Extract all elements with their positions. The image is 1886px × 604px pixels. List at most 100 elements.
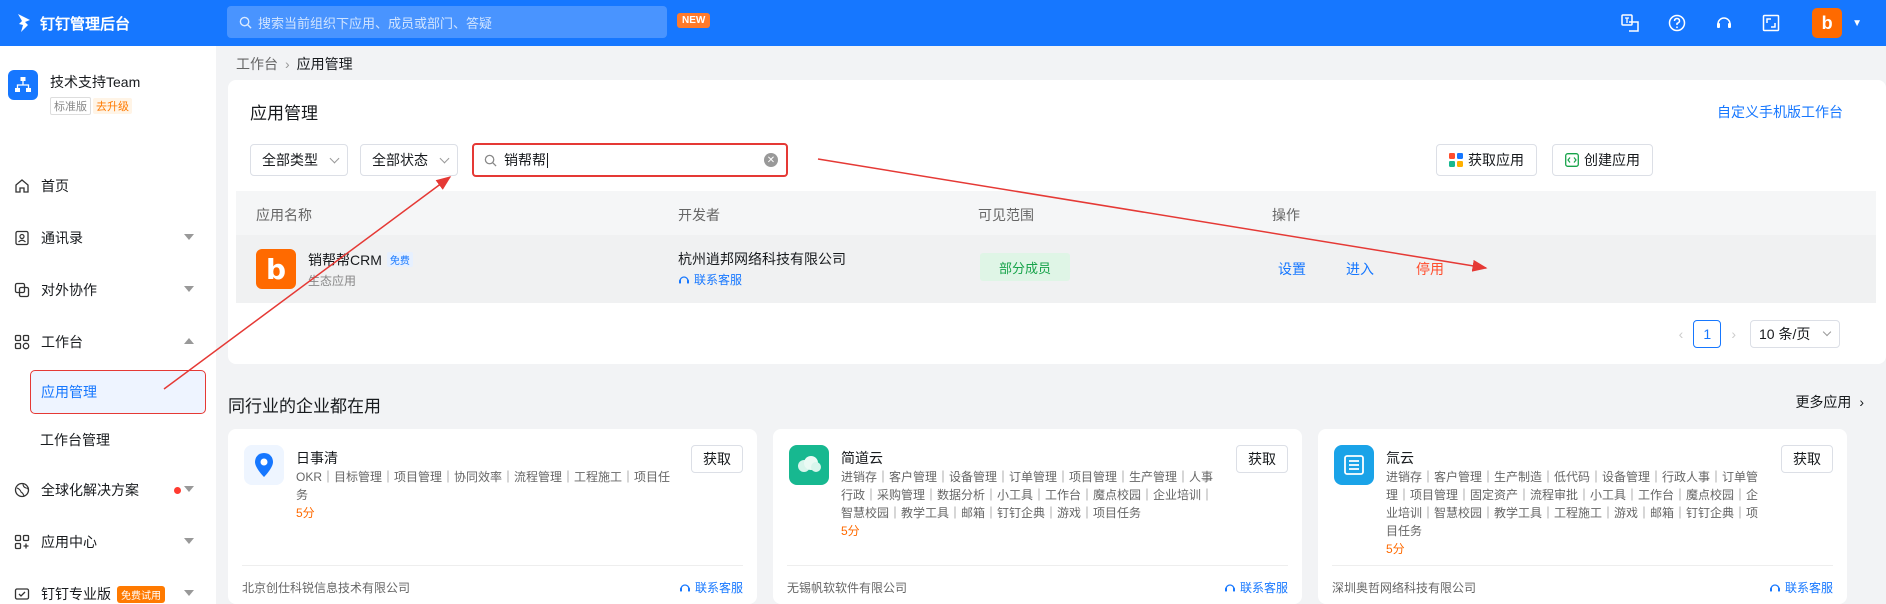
chevron-down-icon — [184, 486, 194, 492]
clear-icon[interactable]: ✕ — [764, 153, 778, 167]
sidebar-item-label: 首页 — [41, 178, 69, 194]
recommended-app-name[interactable]: 日事清 — [296, 448, 338, 468]
customer-service-icon — [1224, 583, 1235, 591]
pro-icon — [14, 586, 30, 602]
sidebar-item-contacts[interactable]: 通讯录 — [0, 212, 216, 264]
recommended-app-company: 深圳奥哲网络科技有限公司 — [1332, 581, 1477, 595]
globe-icon — [14, 482, 30, 498]
table-row: b 销帮帮CRM 免费 生态应用 杭州逍邦网络科技有限公司 联系客服 部分成员 设… — [236, 235, 1876, 303]
page-size-select[interactable]: 10 条/页 — [1750, 320, 1840, 348]
get-button[interactable]: 获取 — [1781, 445, 1833, 473]
workbench-icon — [14, 334, 30, 350]
recommended-app-score: 5分 — [1386, 542, 1405, 556]
edition-tag: 标准版 — [50, 97, 91, 115]
sidebar-item-label: 工作台 — [41, 334, 83, 350]
building-icon — [1334, 445, 1374, 485]
recommended-app-score: 5分 — [841, 524, 860, 538]
contact-service-link[interactable]: 联系客服 — [1224, 579, 1288, 596]
column-header-actions: 操作 — [1272, 207, 1300, 223]
app-center-icon — [14, 534, 30, 550]
app-search-input[interactable]: 销帮帮 ✕ — [472, 143, 788, 177]
sidebar-item-label: 工作台管理 — [40, 432, 110, 448]
recommended-app-tags: 进销存｜客户管理｜生产制造｜低代码｜设备管理｜行政人事｜订单管理｜项目管理｜固定… — [1386, 468, 1766, 558]
fullscreen-icon[interactable] — [1760, 12, 1782, 34]
get-app-button[interactable]: 获取应用 — [1436, 144, 1537, 176]
customer-service-icon[interactable] — [1713, 12, 1735, 34]
custom-mobile-workbench-link[interactable]: 自定义手机版工作台 — [1717, 102, 1843, 122]
chevron-down-icon[interactable]: ▼ — [1852, 18, 1862, 29]
more-apps-link[interactable]: 更多应用 › — [1795, 392, 1864, 412]
recommended-app-tag-list: OKR｜目标管理｜项目管理｜协同效率｜流程管理｜工程施工｜项目任务 — [296, 470, 671, 502]
next-page-button[interactable]: › — [1731, 326, 1736, 342]
chevron-down-icon — [184, 234, 194, 240]
breadcrumb-parent[interactable]: 工作台 — [236, 54, 278, 74]
chevron-up-icon — [184, 338, 194, 344]
recommended-app-company: 北京创仕科锐信息技术有限公司 — [242, 581, 411, 595]
get-button[interactable]: 获取 — [691, 445, 743, 473]
user-avatar[interactable]: b — [1812, 8, 1843, 38]
app-grid-icon — [1449, 153, 1463, 167]
free-trial-badge: 免费试用 — [117, 585, 165, 603]
search-icon — [484, 154, 497, 167]
disable-action[interactable]: 停用 — [1416, 259, 1444, 279]
contact-service-link[interactable]: 联系客服 — [678, 271, 742, 288]
status-filter-select[interactable]: 全部状态 — [360, 144, 458, 176]
column-header-app-name: 应用名称 — [256, 207, 312, 223]
sidebar-item-globalization[interactable]: 全球化解决方案 — [0, 464, 216, 516]
chevron-down-icon — [184, 286, 194, 292]
settings-action[interactable]: 设置 — [1278, 259, 1306, 279]
sidebar-nav: 首页 通讯录 对外协作 工作台 应用管理 工作台管理 全球化解决方案 应用中心 … — [0, 160, 216, 604]
chevron-right-icon: › — [1859, 394, 1864, 410]
recommended-app-tags: 进销存｜客户管理｜设备管理｜订单管理｜项目管理｜生产管理｜人事行政｜采购管理｜数… — [841, 468, 1221, 540]
enter-action[interactable]: 进入 — [1346, 259, 1374, 279]
global-search-input[interactable]: 搜索当前组织下应用、成员或部门、答疑 — [227, 6, 667, 38]
column-header-scope: 可见范围 — [978, 207, 1034, 223]
xiaobangbang-app-icon: b — [256, 249, 296, 289]
sidebar-item-home[interactable]: 首页 — [0, 160, 216, 212]
sidebar-item-app-center[interactable]: 应用中心 — [0, 516, 216, 568]
translate-icon[interactable] — [1619, 12, 1641, 34]
upgrade-link[interactable]: 去升级 — [93, 98, 132, 114]
sidebar-item-app-management[interactable]: 应用管理 — [30, 370, 206, 414]
sidebar-item-label: 应用中心 — [41, 534, 97, 550]
top-bar: 钉钉管理后台 搜索当前组织下应用、成员或部门、答疑 NEW b ▼ — [0, 0, 1886, 46]
sidebar-item-pro[interactable]: 钉钉专业版 免费试用 — [0, 568, 216, 604]
customer-service-icon — [679, 583, 690, 591]
type-filter-value: 全部类型 — [262, 152, 318, 168]
sidebar-item-collaboration[interactable]: 对外协作 — [0, 264, 216, 316]
contact-service-link[interactable]: 联系客服 — [1769, 579, 1833, 596]
chevron-right-icon: › — [285, 56, 290, 72]
app-type: 生态应用 — [308, 274, 357, 288]
cloud-icon — [789, 445, 829, 485]
pagination: ‹ 1 › 10 条/页 — [1669, 320, 1840, 348]
help-icon[interactable] — [1666, 12, 1688, 34]
table-header: 应用名称 开发者 可见范围 操作 — [236, 191, 1876, 235]
contact-service-label: 联系客服 — [694, 273, 743, 287]
customer-service-icon — [1769, 583, 1780, 591]
recommended-app-tags: OKR｜目标管理｜项目管理｜协同效率｜流程管理｜工程施工｜项目任务 5分 — [296, 468, 676, 522]
contact-service-link[interactable]: 联系客服 — [679, 579, 743, 596]
chevron-down-icon — [184, 538, 194, 544]
breadcrumb: 工作台 › 应用管理 — [236, 54, 353, 74]
dingtalk-logo-icon — [18, 14, 30, 32]
app-logo[interactable]: 钉钉管理后台 — [16, 13, 130, 34]
get-button[interactable]: 获取 — [1236, 445, 1288, 473]
page-number-current[interactable]: 1 — [1693, 320, 1722, 348]
sidebar-item-label: 全球化解决方案 — [41, 482, 139, 498]
global-search-placeholder: 搜索当前组织下应用、成员或部门、答疑 — [258, 15, 493, 31]
type-filter-select[interactable]: 全部类型 — [250, 144, 348, 176]
app-search-value: 销帮帮 — [504, 152, 546, 168]
team-name: 技术支持Team — [50, 74, 141, 90]
page-title: 应用管理 — [250, 104, 318, 123]
app-name: 销帮帮CRM 免费 — [308, 250, 413, 270]
team-switcher[interactable]: 技术支持Team 标准版 去升级 — [0, 46, 216, 132]
recommended-app-name[interactable]: 氚云 — [1386, 448, 1414, 468]
sidebar-item-workbench-management[interactable]: 工作台管理 — [0, 416, 216, 464]
create-app-button[interactable]: 创建应用 — [1552, 144, 1653, 176]
prev-page-button[interactable]: ‹ — [1679, 326, 1684, 342]
sidebar-item-workbench[interactable]: 工作台 — [0, 316, 216, 368]
card-divider — [787, 565, 1288, 566]
sidebar-item-label: 钉钉专业版 — [41, 586, 111, 602]
recommended-app-name[interactable]: 简道云 — [841, 448, 883, 468]
sidebar-item-label: 应用管理 — [41, 384, 97, 400]
